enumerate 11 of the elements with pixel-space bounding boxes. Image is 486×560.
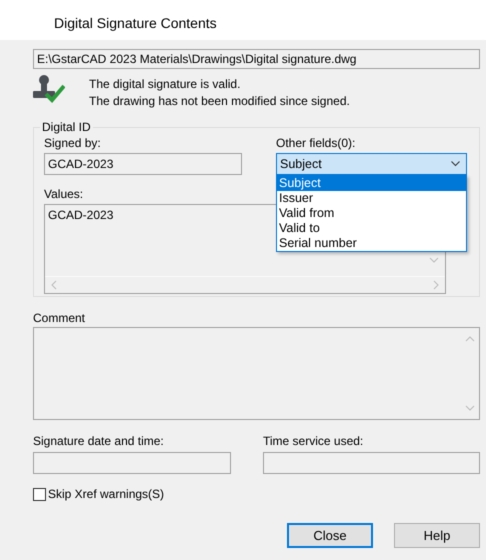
field-label: Comment: [33, 311, 86, 325]
status-message: The digital signature is valid.: [89, 77, 242, 91]
values-text: GCAD-2023: [47, 207, 114, 224]
status-message: The drawing has not been modified since signed.: [89, 94, 350, 108]
field-label: Signed by:: [44, 136, 102, 150]
field-label: Signature date and time:: [33, 434, 165, 448]
field-label: Values:: [44, 187, 84, 201]
file-path-field: E:\GstarCAD 2023 Materials\Drawings\Digital signature.dwg: [33, 49, 480, 69]
field-label: Other fields(0):: [276, 136, 356, 150]
group-title: Digital ID: [40, 120, 93, 134]
field-label: Time service used:: [263, 434, 364, 448]
